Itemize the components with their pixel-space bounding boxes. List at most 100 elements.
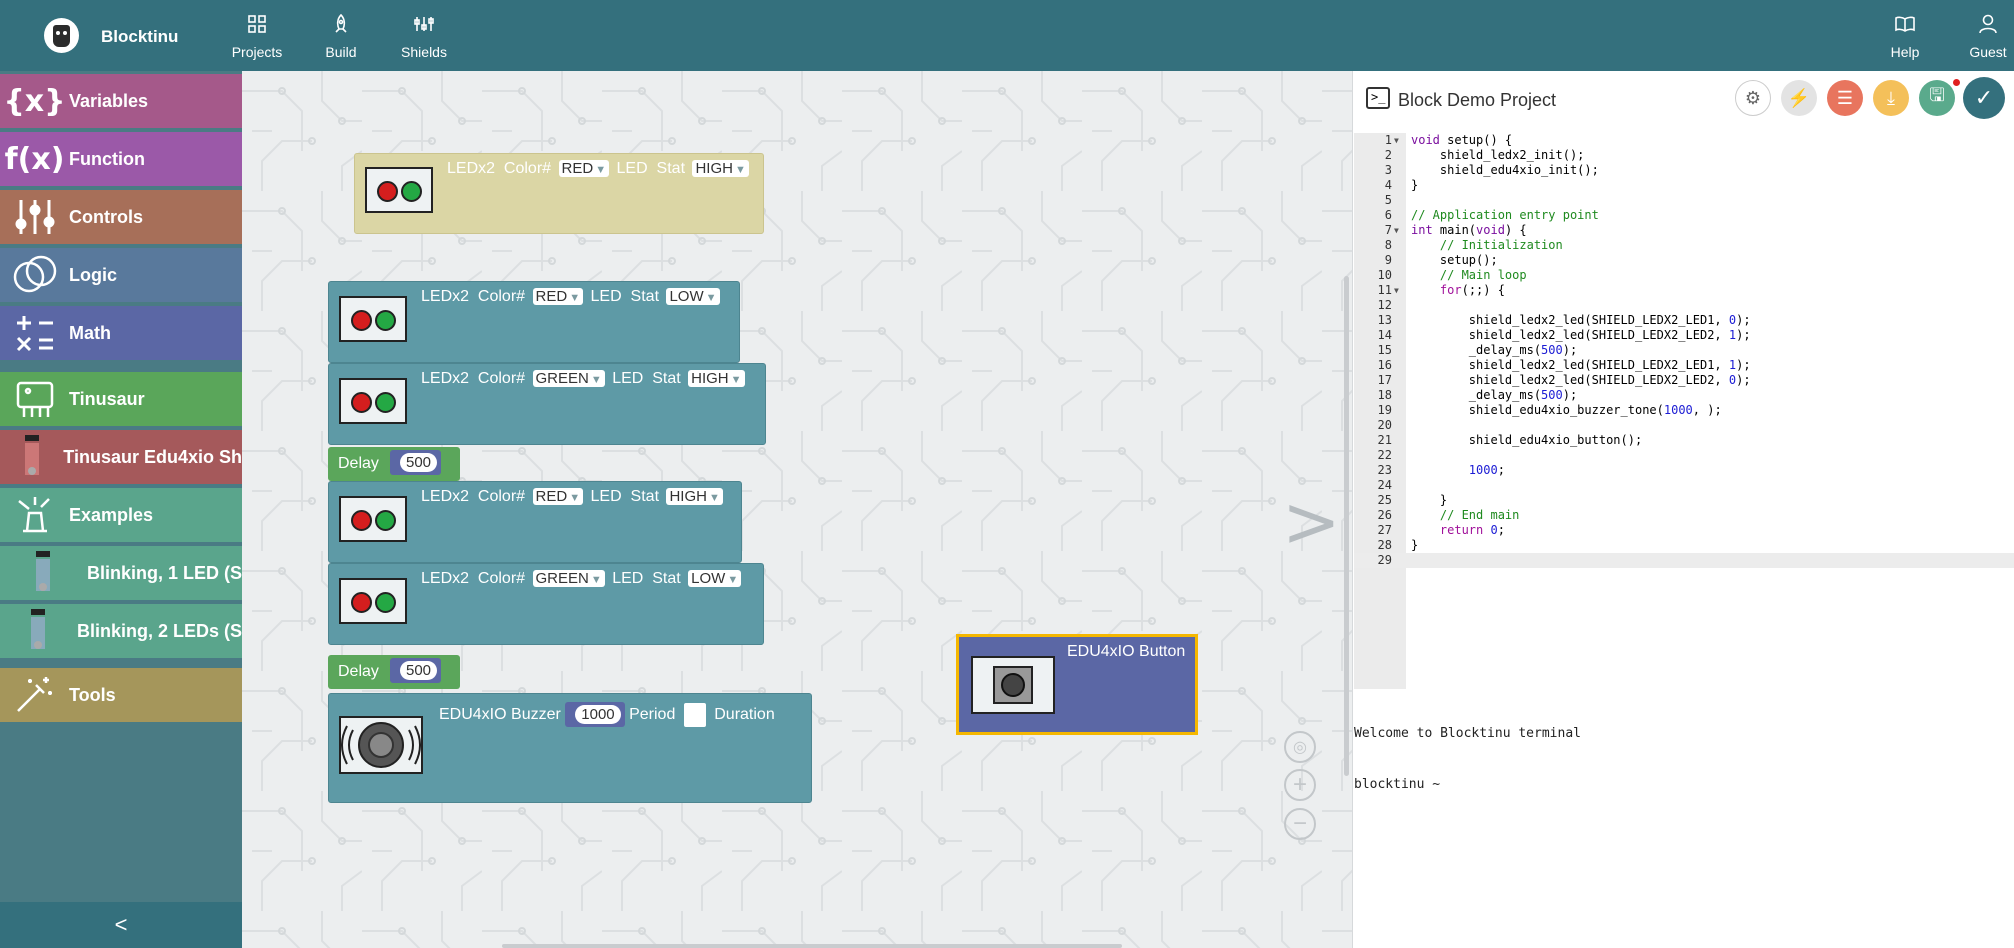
code-text: return 0;	[1439, 523, 1505, 537]
workspace-vertical-scrollbar[interactable]	[1344, 276, 1349, 776]
category-logic[interactable]: Logic	[0, 248, 242, 302]
color-dropdown[interactable]: RED ▼	[532, 488, 584, 505]
delay-value-input[interactable]: 500	[390, 658, 442, 683]
line-number: 13	[1377, 313, 1392, 327]
color-dropdown[interactable]: GREEN ▼	[532, 370, 605, 387]
stat-dropdown[interactable]: LOW ▼	[666, 288, 720, 305]
top-bar: Blocktinu Projects Build Shields Help Gu…	[0, 0, 2014, 71]
terminal-output[interactable]: Welcome to Blocktinu terminal blocktinu …	[1354, 691, 2014, 948]
blocks-workspace[interactable]: LEDx2 Color# RED ▼ LED Stat HIGH ▼ LEDx2 C…	[242, 71, 1352, 948]
led-block[interactable]: LEDx2 Color# RED ▼ LED Stat HIGH ▼	[328, 481, 742, 563]
nav-build[interactable]: Build	[324, 0, 358, 71]
delay-block[interactable]: Delay 500	[328, 447, 460, 481]
nav-help[interactable]: Help	[1890, 0, 1920, 71]
line-number: 23	[1377, 463, 1392, 477]
code-text: shield_edu4xio_button();	[1411, 433, 1643, 447]
flash-button[interactable]: ⚡	[1781, 80, 1817, 116]
rocket-icon	[332, 12, 350, 36]
lightning-icon: ⚡	[1787, 87, 1811, 108]
download-icon: ⤓	[1887, 87, 1895, 108]
stat-dropdown[interactable]: HIGH ▼	[666, 488, 723, 505]
code-editor[interactable]: 1 ▼ void setup() {2 shield_ledx2_init(); 3 …	[1354, 133, 2014, 689]
stat-dropdown[interactable]: HIGH ▼	[692, 160, 749, 177]
verify-button[interactable]: ✓	[1963, 77, 2005, 119]
led-block[interactable]: LEDx2 Color# GREEN ▼ LED Stat HIGH ▼	[328, 363, 766, 445]
code-text: // Main loop	[1439, 268, 1527, 282]
code-text: _delay_ms(500);	[1411, 388, 1578, 402]
shield-board-icon	[0, 435, 63, 479]
buzzer-period-input[interactable]: 1000	[565, 702, 625, 727]
code-text: shield_edu4xio_buzzer_tone(1000, );	[1411, 403, 1722, 417]
category-function[interactable]: f(x) Function	[0, 132, 242, 186]
code-text: int main(void) {	[1411, 223, 1527, 237]
line-number: 8	[1384, 238, 1392, 252]
magic-wand-icon	[0, 675, 69, 715]
line-number: 9	[1384, 253, 1392, 267]
ledx2-image	[365, 167, 433, 213]
button-block[interactable]: EDU4xIO Button	[956, 634, 1198, 735]
grid-icon	[248, 12, 266, 36]
stat-dropdown[interactable]: LOW ▼	[688, 570, 742, 587]
category-variables[interactable]: {x} Variables	[0, 74, 242, 128]
code-text: for(;;) {	[1439, 283, 1505, 297]
sliders-icon	[414, 12, 434, 36]
category-tinusaur[interactable]: Tinusaur	[0, 372, 242, 426]
color-dropdown[interactable]: RED ▼	[558, 160, 610, 177]
category-edu4xio-shield[interactable]: Tinusaur Edu4xio Sh	[0, 430, 242, 484]
line-number: 6	[1384, 208, 1392, 222]
code-text: shield_edu4xio_init();	[1411, 163, 1599, 177]
line-number: 29	[1377, 553, 1392, 567]
led-block-disabled[interactable]: LEDx2 Color# RED ▼ LED Stat HIGH ▼	[354, 153, 764, 234]
recenter-icon[interactable]: ◎	[1284, 731, 1316, 763]
delay-block[interactable]: Delay 500	[328, 655, 460, 689]
fold-arrow-icon[interactable]: ▼	[1394, 223, 1399, 238]
fold-arrow-icon[interactable]: ▼	[1394, 283, 1399, 298]
code-text: shield_ledx2_led(SHIELD_LEDX2_LED2, 0);	[1411, 373, 1751, 387]
category-math[interactable]: Math	[0, 306, 242, 360]
code-text: shield_ledx2_init();	[1411, 148, 1585, 162]
led-block[interactable]: LEDx2 Color# RED ▼ LED Stat LOW ▼	[328, 281, 740, 363]
code-text: 1000;	[1468, 463, 1505, 477]
led-block[interactable]: LEDx2 Color# GREEN ▼ LED Stat LOW ▼	[328, 563, 764, 645]
nav-projects[interactable]: Projects	[232, 0, 282, 71]
nav-guest[interactable]: Guest	[1969, 0, 2007, 71]
ledx2-image	[339, 378, 407, 424]
nav-shields[interactable]: Shields	[401, 0, 447, 71]
duration-empty-slot[interactable]	[683, 702, 706, 727]
format-button[interactable]: ☰	[1827, 80, 1863, 116]
user-icon	[1979, 12, 1997, 36]
line-number: 1	[1384, 133, 1392, 147]
zoom-out-icon[interactable]: −	[1284, 808, 1316, 840]
collapse-sidebar-button[interactable]: <	[0, 902, 242, 948]
controls-icon	[0, 198, 69, 236]
tinusaur-logo-icon[interactable]	[44, 18, 79, 53]
line-number: 3	[1384, 163, 1392, 177]
code-text: // Initialization	[1439, 238, 1563, 252]
color-dropdown[interactable]: GREEN ▼	[532, 570, 605, 587]
color-dropdown[interactable]: RED ▼	[532, 288, 584, 305]
delay-value-input[interactable]: 500	[390, 450, 442, 475]
example-blinking-2-leds[interactable]: Blinking, 2 LEDs (S	[0, 604, 242, 658]
buzzer-image	[339, 716, 423, 774]
category-tools[interactable]: Tools	[0, 668, 242, 722]
line-number: 11	[1377, 283, 1392, 297]
example-blinking-1-led[interactable]: Blinking, 1 LED (S	[0, 546, 242, 600]
project-title: Block Demo Project	[1398, 90, 1557, 110]
code-text: _delay_ms(500);	[1411, 343, 1578, 357]
line-number: 22	[1377, 448, 1392, 462]
zoom-in-icon[interactable]: +	[1284, 769, 1316, 801]
line-number: 17	[1377, 373, 1392, 387]
category-examples[interactable]: Examples	[0, 488, 242, 542]
line-number: 15	[1377, 343, 1392, 357]
stat-dropdown[interactable]: HIGH ▼	[688, 370, 745, 387]
download-button[interactable]: ⤓	[1873, 80, 1909, 116]
fold-arrow-icon[interactable]: ▼	[1394, 133, 1399, 148]
save-button[interactable]: 🖫	[1919, 80, 1955, 116]
buzzer-block[interactable]: EDU4xIO Buzzer 1000 Period Duration	[328, 693, 812, 803]
save-icon: 🖫	[1929, 85, 1945, 105]
category-controls[interactable]: Controls	[0, 190, 242, 244]
workspace-horizontal-scrollbar[interactable]	[502, 944, 1122, 948]
chevron-right-icon[interactable]: >	[1282, 481, 1341, 563]
code-text: void setup() {	[1411, 133, 1513, 147]
settings-button[interactable]: ⚙	[1735, 80, 1771, 116]
